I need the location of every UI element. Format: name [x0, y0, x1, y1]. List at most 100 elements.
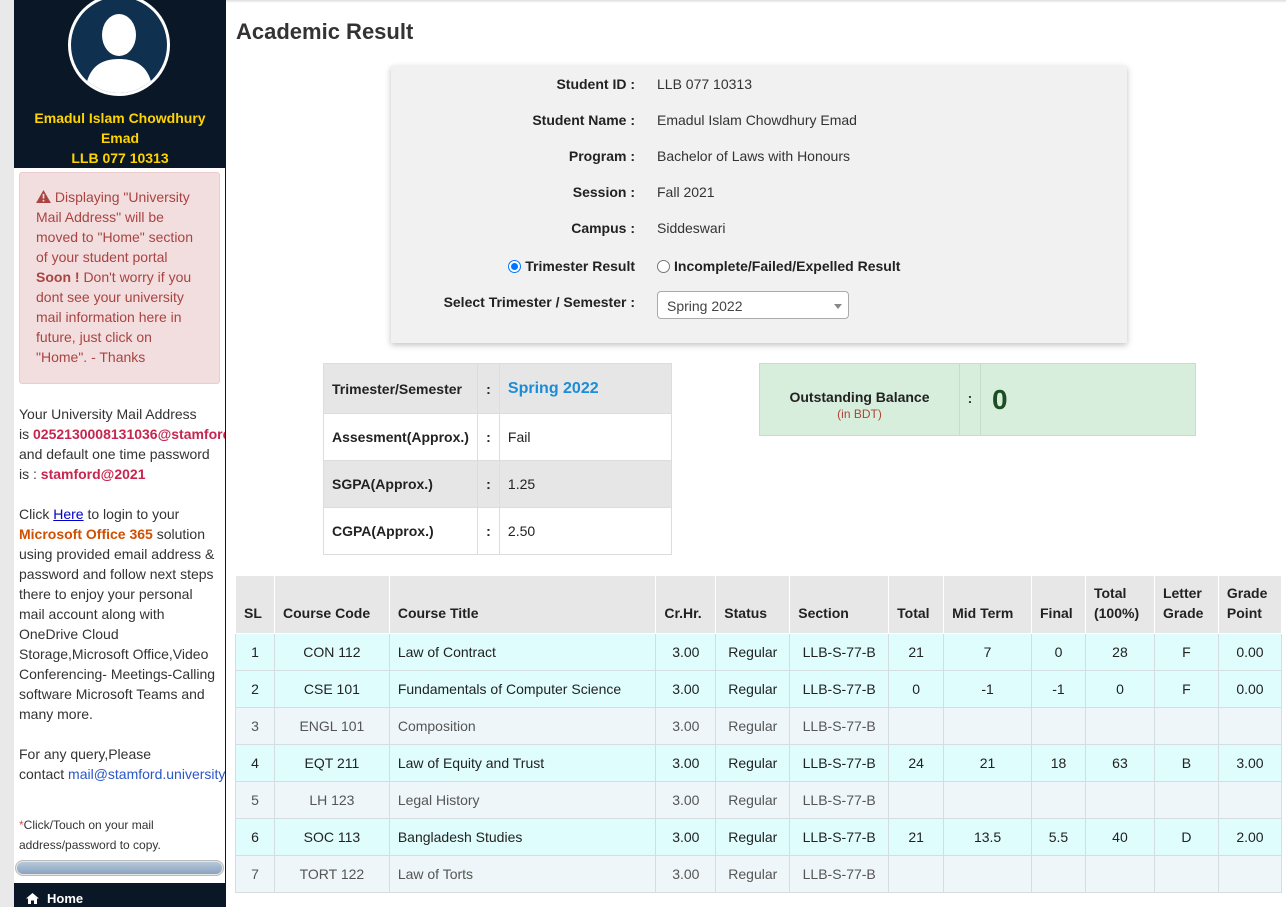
cell-letter [1153, 707, 1219, 745]
cell-total [888, 855, 945, 893]
cell-total [888, 781, 945, 819]
table-row: 4 EQT 211 Law of Equity and Trust 3.00 R… [235, 744, 1283, 782]
profile-header: Emadul Islam Chowdhury Emad LLB 077 1031… [14, 0, 225, 168]
profile-student-id: LLB 077 10313 [71, 150, 169, 166]
cell-total: 21 [888, 818, 945, 856]
cell-title: Law of Equity and Trust [388, 744, 657, 782]
trimester-result-radio[interactable]: Trimester Result [508, 258, 635, 274]
cell-letter: F [1153, 633, 1219, 671]
col-sl: SL [235, 575, 275, 634]
cell-section: LLB-S-77-B [789, 707, 890, 745]
cell-mid [943, 781, 1032, 819]
alert-text: Mail Address" will be [36, 209, 164, 225]
cell-point [1217, 707, 1283, 745]
cell-total-100 [1084, 855, 1155, 893]
cell-status: Regular [715, 818, 791, 856]
session-label: Session : [572, 184, 635, 200]
cell-final [1031, 707, 1086, 745]
cell-final [1031, 781, 1086, 819]
radio-unselected-icon[interactable] [657, 260, 670, 273]
table-row: 7 TORT 122 Law of Torts 3.00 Regular LLB… [235, 855, 1283, 893]
cell-credit: 3.00 [655, 670, 717, 708]
cell-credit: 3.00 [655, 818, 717, 856]
cell-credit: 3.00 [655, 781, 717, 819]
alert-text: moved to "Home" section [36, 229, 194, 245]
col-mid-term: Mid Term [943, 575, 1032, 634]
col-course-code: Course Code [273, 575, 390, 634]
table-header-row: SL Course Code Course Title Cr.Hr. Statu… [235, 575, 1283, 634]
session-value: Fall 2021 [657, 184, 715, 200]
scrollbar-thumb[interactable] [17, 862, 222, 874]
cell-letter: D [1153, 818, 1219, 856]
cell-title: Bangladesh Studies [388, 818, 657, 856]
cell-mid: 13.5 [943, 818, 1032, 856]
alert-text: "Home". - Thanks [36, 349, 146, 365]
main-content: Academic Result Student ID : LLB 077 103… [226, 0, 1286, 907]
cell-total-100: 40 [1084, 818, 1155, 856]
cell-point: 3.00 [1217, 744, 1283, 782]
cell-credit: 3.00 [655, 744, 717, 782]
mail-intro: Your University Mail Address [19, 406, 197, 422]
office-desc: there to enjoy your personal [19, 586, 193, 602]
cell-mid [943, 707, 1032, 745]
col-section: Section [789, 575, 890, 634]
cell-section: LLB-S-77-B [789, 633, 890, 671]
warning-icon [36, 190, 51, 203]
mail-is: is [19, 426, 30, 442]
nav-home[interactable]: Home [14, 883, 225, 907]
avatar [68, 0, 170, 96]
profile-name: Emadul Islam Chowdhury Emad LLB 077 1031… [14, 108, 225, 168]
summary-row: SGPA(Approx.) : 1.25 [323, 460, 673, 508]
outstanding-balance-box: Outstanding Balance (in BDT) : 0 [759, 363, 1196, 436]
cell-sl: 7 [235, 855, 275, 893]
col-total-100: Total (100%) [1084, 575, 1155, 634]
student-info-panel: Student ID : LLB 077 10313 Student Name … [391, 66, 1127, 343]
cell-total-100: 28 [1084, 633, 1155, 671]
table-row: 2 CSE 101 Fundamentals of Computer Scien… [235, 670, 1283, 708]
cell-total-100 [1084, 707, 1155, 745]
cell-total: 21 [888, 633, 945, 671]
default-password[interactable]: stamford@2021 [41, 466, 146, 482]
cell-mid: -1 [943, 670, 1032, 708]
campus-label: Campus : [571, 220, 635, 236]
alert-text: future, just click on [36, 329, 152, 345]
summary-colon: : [476, 363, 500, 414]
chevron-down-icon [834, 304, 842, 309]
alert-text: mail information here in [36, 309, 182, 325]
nav-home-label: Home [47, 891, 84, 906]
cell-title: Composition [388, 707, 657, 745]
alert-text: Displaying "University [54, 189, 190, 205]
cell-point: 2.00 [1217, 818, 1283, 856]
col-letter-grade: Letter Grade [1153, 575, 1219, 634]
cell-point [1217, 781, 1283, 819]
cell-status: Regular [715, 670, 791, 708]
sidebar-horizontal-scrollbar[interactable] [15, 860, 224, 876]
note-text: Click/Touch on your mail [23, 818, 154, 832]
office-info: Click Here to login to your Microsoft Of… [19, 504, 225, 724]
student-id-label: Student ID : [556, 76, 635, 92]
cell-status: Regular [715, 633, 791, 671]
contact-mail-link[interactable]: mail@stamford.university [68, 766, 225, 782]
office-desc: Storage,Microsoft Office,Video [19, 646, 209, 662]
incomplete-result-radio[interactable]: Incomplete/Failed/Expelled Result [657, 258, 900, 274]
cell-title: Fundamentals of Computer Science [388, 670, 657, 708]
page-title: Academic Result [236, 19, 414, 44]
cell-mid: 21 [943, 744, 1032, 782]
summary-value: 1.25 [498, 460, 673, 508]
cell-letter [1153, 781, 1219, 819]
program-label: Program : [568, 148, 635, 164]
summary-row: Assesment(Approx.) : Fail [323, 413, 673, 461]
cell-status: Regular [715, 781, 791, 819]
cell-code: CON 112 [273, 633, 390, 671]
university-mail-address[interactable]: 0252130008131036@stamford.university [33, 426, 225, 442]
cell-sl: 3 [235, 707, 275, 745]
office-login-link[interactable]: Here [53, 506, 83, 522]
radio-selected-icon[interactable] [508, 260, 522, 273]
trimester-select[interactable]: Spring 2022 [657, 291, 849, 319]
cell-status: Regular [715, 855, 791, 893]
cell-title: Law of Contract [388, 633, 657, 671]
mail-info: Your University Mail Address is 02521300… [19, 404, 225, 484]
cell-final: 5.5 [1031, 818, 1086, 856]
cell-section: LLB-S-77-B [789, 855, 890, 893]
cell-credit: 3.00 [655, 633, 717, 671]
